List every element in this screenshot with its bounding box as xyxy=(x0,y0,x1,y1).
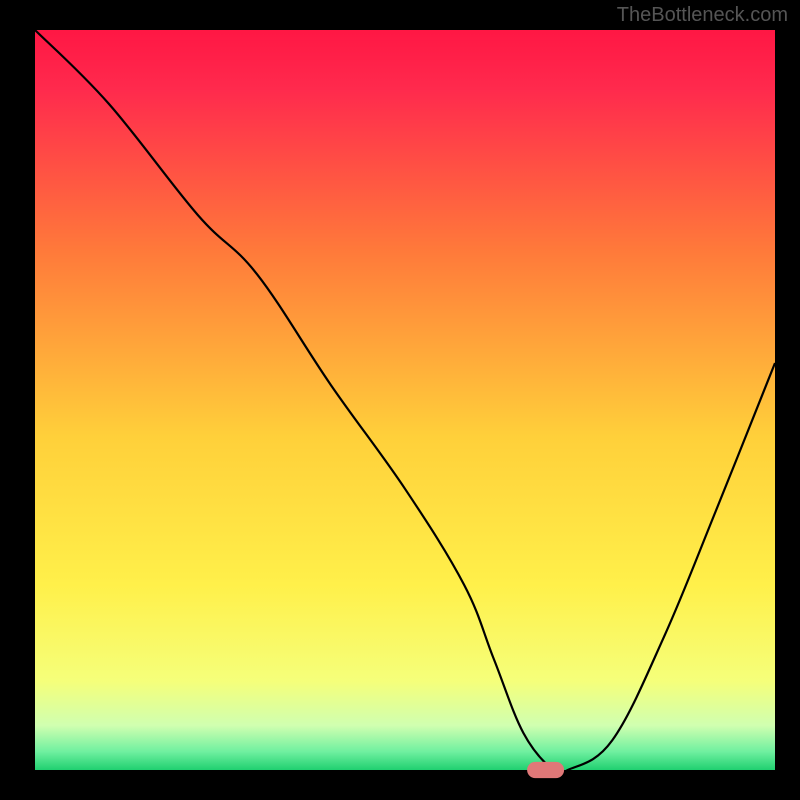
watermark-text: TheBottleneck.com xyxy=(617,4,788,27)
optimal-marker xyxy=(527,762,564,778)
plot-background xyxy=(35,30,775,770)
bottleneck-chart xyxy=(0,0,800,800)
